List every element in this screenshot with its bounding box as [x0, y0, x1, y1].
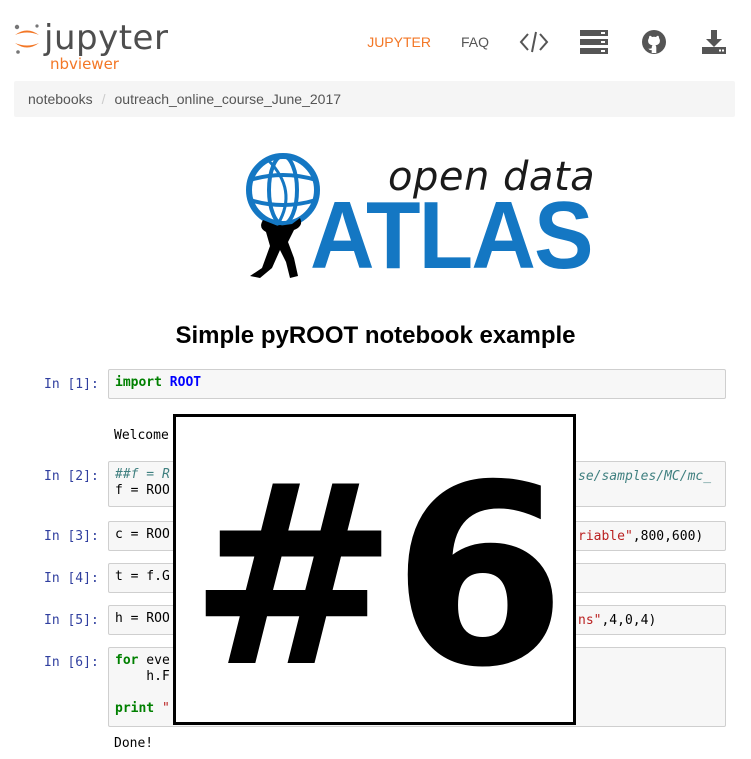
code-icon[interactable]	[519, 27, 549, 57]
cell-prompt: In [1]:	[44, 377, 99, 392]
code-line: eve	[138, 653, 170, 668]
code-line: c = ROO	[115, 527, 170, 542]
code-string: ns"	[578, 613, 602, 628]
github-icon[interactable]	[639, 27, 669, 57]
code-keyword: print	[115, 701, 155, 716]
cell-prompt: In [4]:	[44, 571, 99, 586]
nav-jupyter-link[interactable]: JUPYTER	[367, 34, 431, 50]
code-string: riable"	[578, 529, 633, 544]
atlas-wordmark: ATLAS	[310, 182, 594, 289]
code-keyword: import	[115, 375, 162, 390]
code-line-tail: riable",800,600)	[578, 529, 703, 544]
breadcrumb-notebooks[interactable]: notebooks	[28, 91, 93, 107]
top-nav: JUPYTER FAQ	[337, 22, 729, 62]
code-module: ROOT	[169, 375, 202, 390]
code-line: h = ROO	[115, 611, 170, 626]
notebook-title: Simple pyROOT notebook example	[175, 322, 576, 349]
cell-prompt: In [6]:	[44, 655, 99, 670]
cell-output: Done!	[114, 736, 154, 751]
code-line-tail: ns",4,0,4)	[578, 613, 656, 628]
jupyter-logo-icon	[14, 24, 39, 54]
code-line: h.F	[115, 669, 170, 684]
logo-subtitle: nbviewer	[50, 55, 119, 73]
number-overlay: #6	[173, 414, 576, 725]
breadcrumb-separator: /	[101, 91, 106, 107]
logo-wordmark: jupyter	[44, 18, 169, 58]
code-args: ,800,600)	[632, 529, 704, 544]
code-args: ,4,0,4)	[601, 613, 657, 628]
overlay-label: #6	[188, 430, 566, 722]
code-keyword: for	[115, 653, 139, 668]
code-line: t = f.G	[115, 569, 170, 584]
cell-prompt: In [3]:	[44, 529, 99, 544]
code-comment-tail: se/samples/MC/mc_	[578, 469, 712, 484]
code-comment: ##f = R	[115, 467, 170, 482]
breadcrumb: notebooks / outreach_online_course_June_…	[14, 81, 735, 117]
cell-prompt: In [5]:	[44, 613, 99, 628]
nav-faq-link[interactable]: FAQ	[461, 34, 489, 50]
cell-prompt: In [2]:	[44, 469, 99, 484]
server-icon[interactable]	[579, 27, 609, 57]
jupyter-nbviewer-logo[interactable]: jupyter nbviewer	[12, 12, 182, 72]
open-data-atlas-logo: open data ATLAS	[238, 150, 598, 289]
code-string: "	[154, 701, 170, 716]
download-icon[interactable]	[699, 27, 729, 57]
code-cell[interactable]: import ROOT	[108, 369, 726, 399]
code-line: f = ROO	[115, 483, 170, 498]
cell-output: Welcome	[114, 428, 169, 443]
breadcrumb-course[interactable]: outreach_online_course_June_2017	[115, 91, 342, 107]
